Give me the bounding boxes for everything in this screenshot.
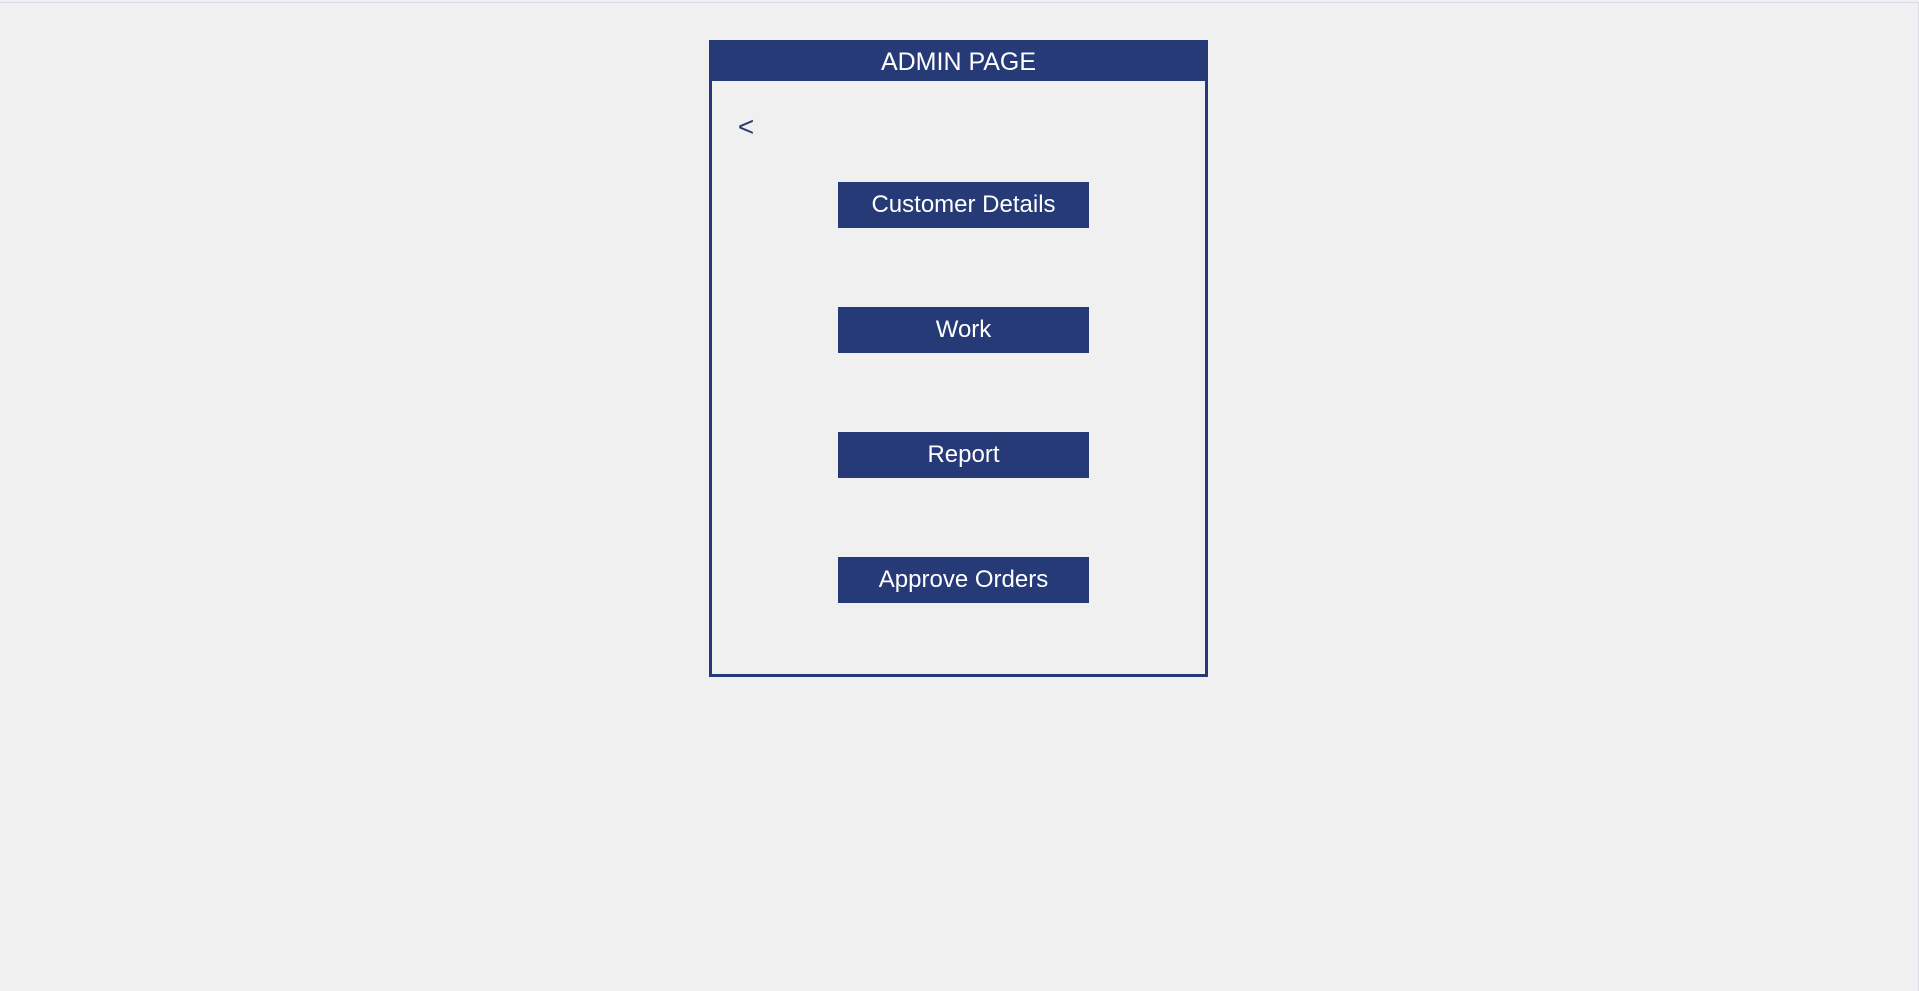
- approve-orders-button[interactable]: Approve Orders: [838, 557, 1089, 603]
- customer-details-button[interactable]: Customer Details: [838, 182, 1089, 228]
- back-button[interactable]: <: [732, 109, 760, 145]
- top-divider: [0, 2, 1919, 3]
- page-title: ADMIN PAGE: [712, 43, 1205, 81]
- report-button[interactable]: Report: [838, 432, 1089, 478]
- work-button[interactable]: Work: [838, 307, 1089, 353]
- chevron-left-icon: <: [737, 111, 755, 142]
- admin-panel: ADMIN PAGE < Customer Details Work Repor…: [709, 40, 1208, 677]
